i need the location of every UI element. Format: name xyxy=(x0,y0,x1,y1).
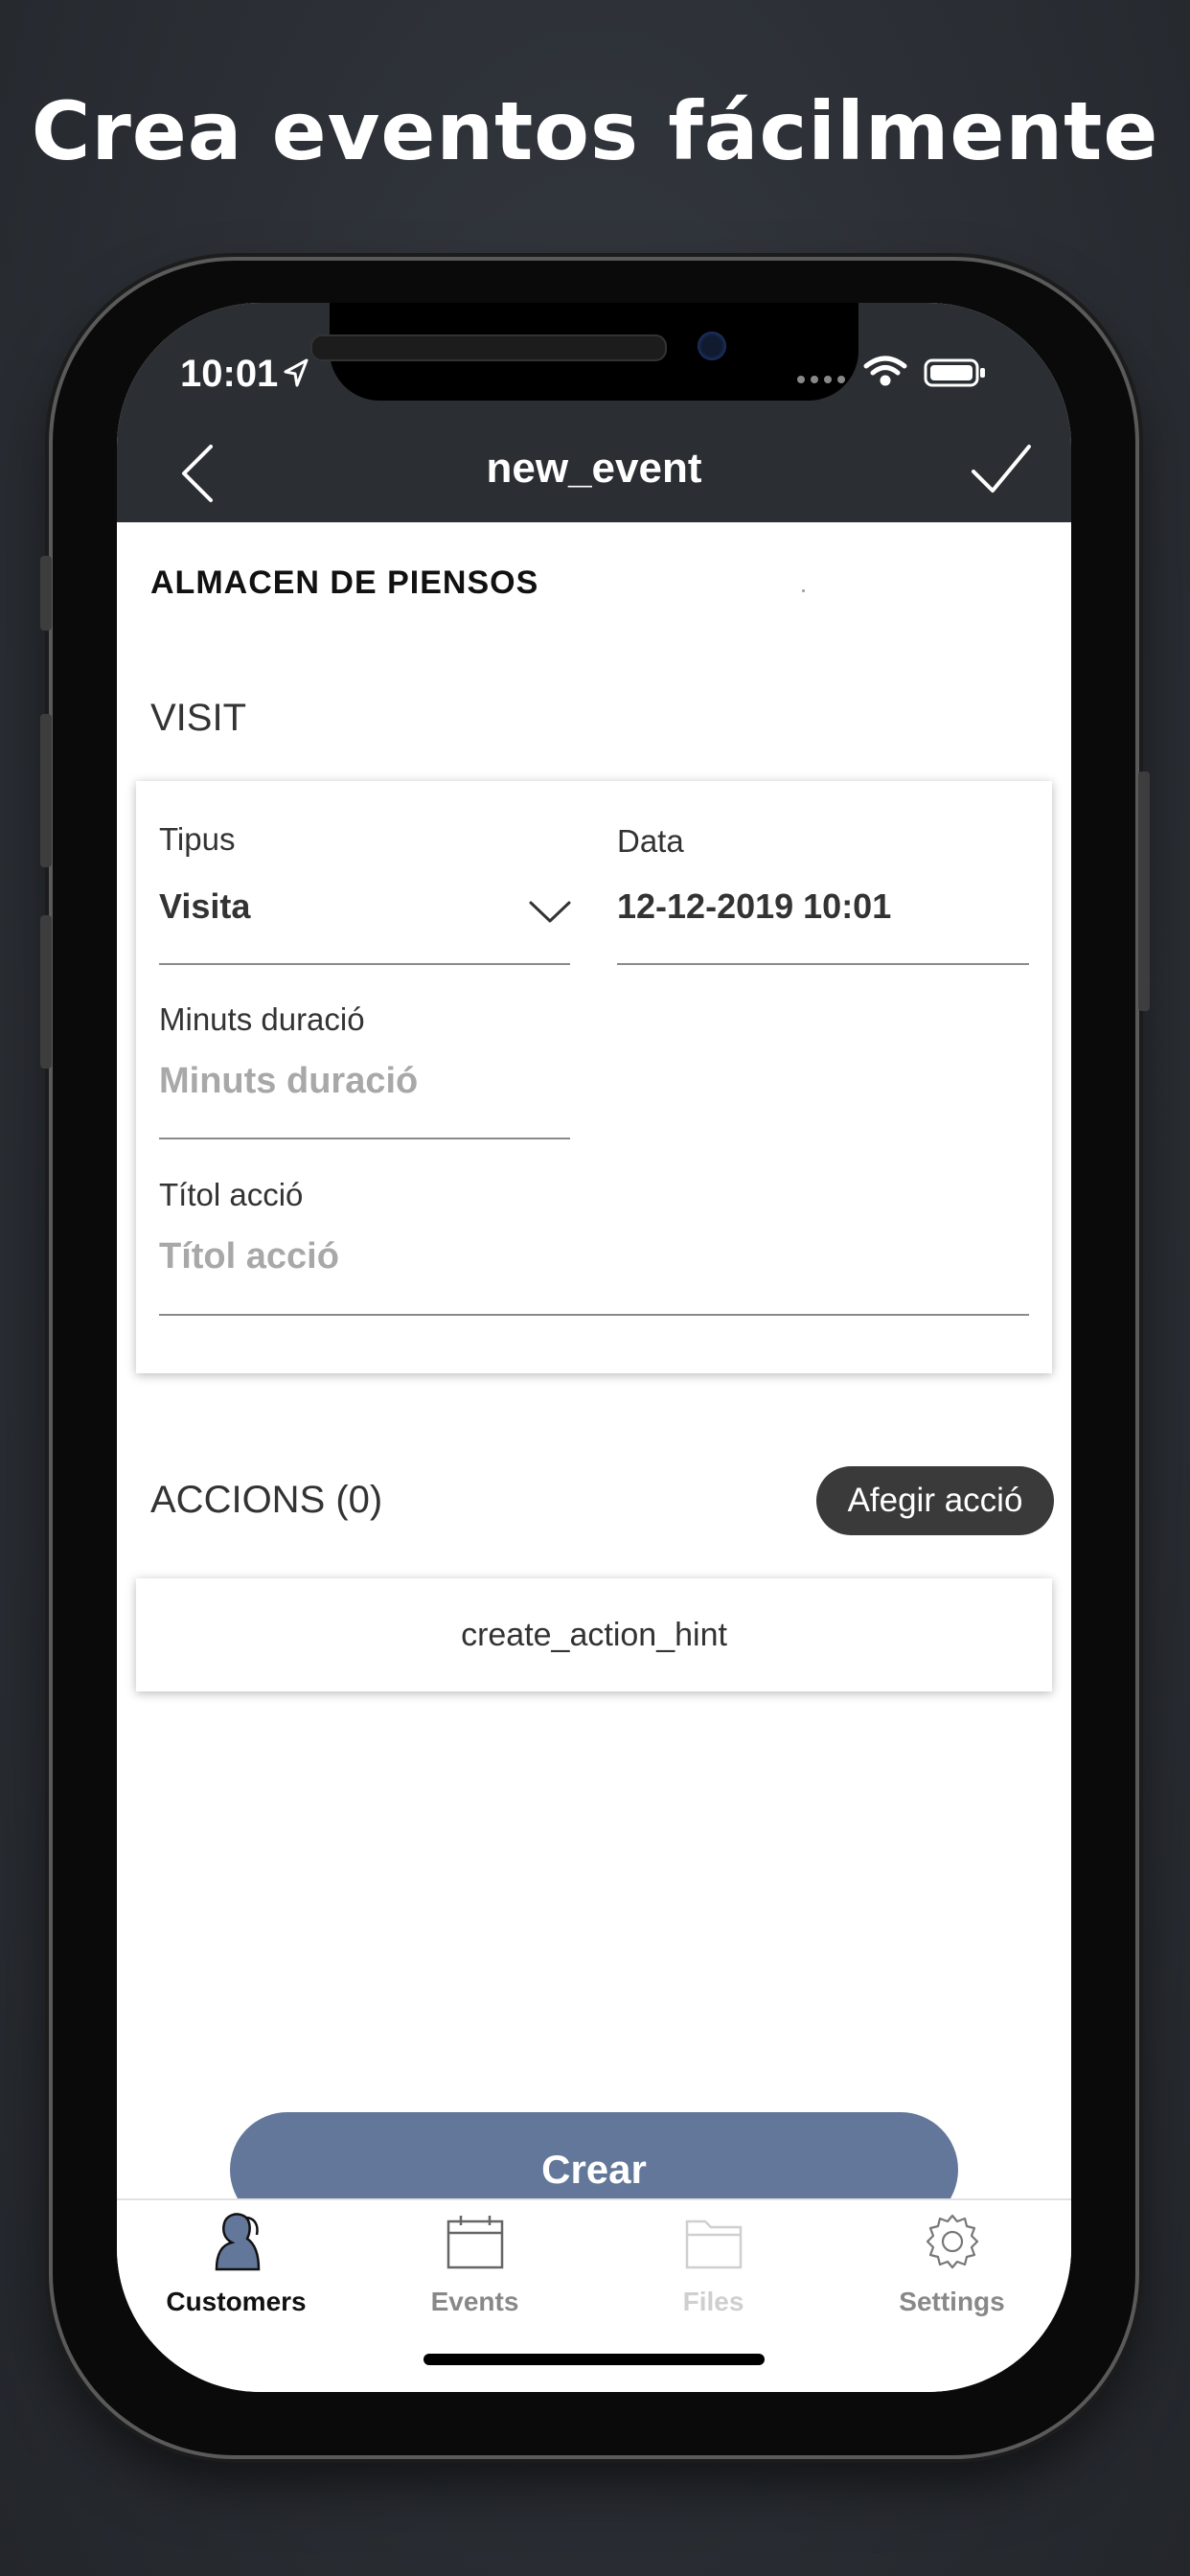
navbar-title: new_event xyxy=(486,445,702,492)
phone-volume-down xyxy=(40,915,52,1069)
visit-section-title: VISIT xyxy=(150,697,247,739)
visit-form-card: Tipus Visita Data 12-12-2019 10:01 Minut… xyxy=(136,781,1052,1373)
customer-name: ALMACEN DE PIENSOS xyxy=(150,564,539,601)
tab-settings-label: Settings xyxy=(899,2287,1005,2316)
signal-icon xyxy=(797,376,845,383)
date-underline xyxy=(617,963,1029,965)
phone-silent-switch xyxy=(40,556,52,631)
phone-speaker xyxy=(310,334,667,361)
duration-underline xyxy=(159,1138,570,1139)
chevron-down-icon[interactable] xyxy=(529,900,571,925)
gear-icon xyxy=(926,2214,979,2269)
date-field[interactable]: 12-12-2019 10:01 xyxy=(617,886,891,927)
status-indicators xyxy=(791,353,1021,396)
tab-files-label: Files xyxy=(682,2287,744,2316)
home-indicator xyxy=(423,2354,765,2365)
customers-icon xyxy=(215,2213,261,2271)
add-action-button[interactable]: Afegir acció xyxy=(816,1466,1054,1535)
tab-customers-label: Customers xyxy=(166,2287,307,2316)
type-underline xyxy=(159,963,570,965)
phone-power-button xyxy=(1138,771,1150,1011)
confirm-check-icon[interactable] xyxy=(968,437,1035,504)
type-select[interactable]: Visita xyxy=(159,886,250,927)
phone-volume-up xyxy=(40,714,52,867)
date-label: Data xyxy=(617,823,684,859)
create-action-hint[interactable]: create_action_hint xyxy=(136,1578,1052,1691)
title-label: Títol acció xyxy=(159,1177,304,1212)
location-arrow-icon xyxy=(284,358,309,387)
tab-settings[interactable]: Settings xyxy=(833,2200,1071,2334)
folder-icon xyxy=(685,2220,743,2269)
tab-bar: Customers Events Files Settings xyxy=(117,2198,1071,2392)
duration-label: Minuts duració xyxy=(159,1001,365,1037)
headline: Crea eventos fácilmente xyxy=(31,84,1159,178)
title-underline xyxy=(159,1314,1029,1316)
tab-events[interactable]: Events xyxy=(355,2200,594,2334)
decorative-dot xyxy=(802,589,805,592)
title-input[interactable]: Títol acció xyxy=(159,1236,339,1277)
wifi-icon xyxy=(863,356,907,386)
phone-screen: 10:01 new_event ALMACEN DE PIENSOS VISIT… xyxy=(117,303,1071,2392)
duration-input[interactable]: Minuts duració xyxy=(159,1061,418,1102)
type-label: Tipus xyxy=(159,821,236,857)
tab-files[interactable]: Files xyxy=(594,2200,833,2334)
tab-events-label: Events xyxy=(430,2287,519,2316)
actions-section-title: ACCIONS (0) xyxy=(150,1479,383,1521)
tab-customers[interactable]: Customers xyxy=(117,2200,355,2334)
battery-icon xyxy=(924,358,985,387)
phone-camera xyxy=(698,332,726,360)
status-time: 10:01 xyxy=(180,353,279,395)
calendar-icon xyxy=(446,2216,504,2269)
